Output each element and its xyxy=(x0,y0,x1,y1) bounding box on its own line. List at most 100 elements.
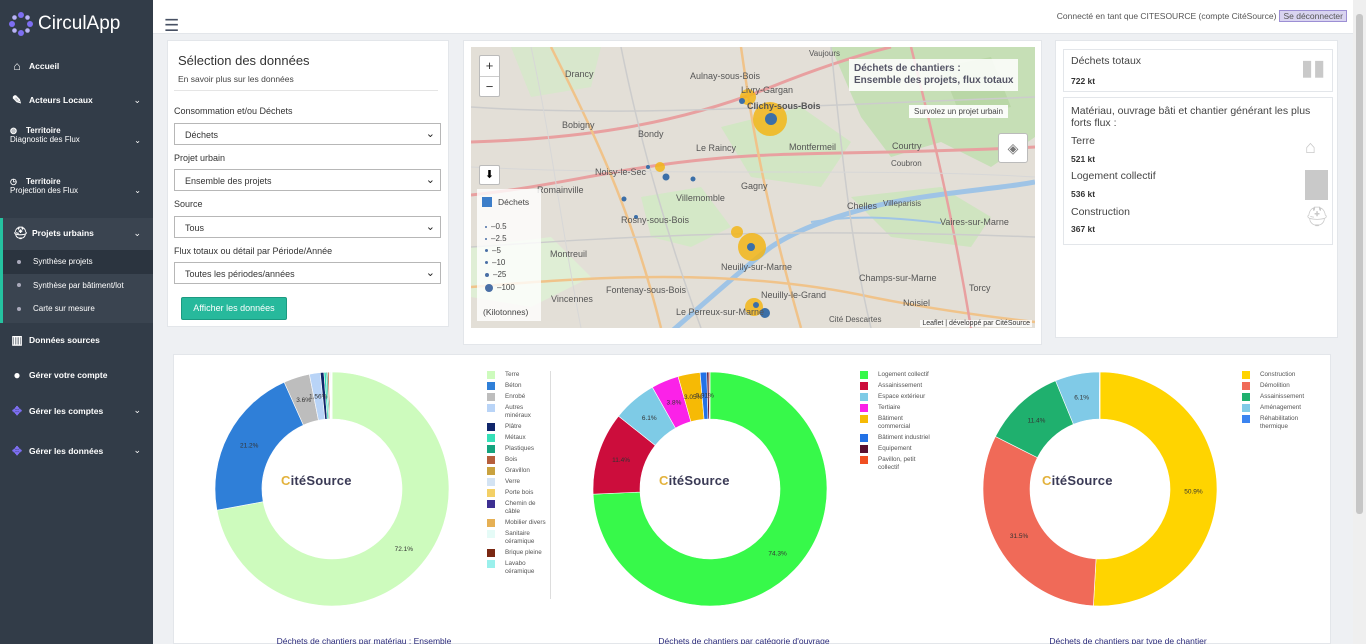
chevron-down-icon: ⌄ xyxy=(425,174,435,186)
legend-label: Logement collectif xyxy=(878,371,929,378)
chart-title: Déchets de chantiers par type de chantie… xyxy=(1049,636,1207,644)
nav-gerer-comptes[interactable]: ✥ Gérer les comptes ⌄ xyxy=(0,393,153,429)
vertical-scrollbar[interactable] xyxy=(1353,0,1366,644)
source-select[interactable]: Tous ⌄ xyxy=(174,216,441,238)
legend-item[interactable]: Terre xyxy=(487,371,550,379)
town-label: Neuilly-sur-Marne xyxy=(721,262,793,272)
donut-slice[interactable] xyxy=(982,436,1097,607)
town-label: Clichy-sous-Bois xyxy=(747,101,821,111)
kpi-max-title: Matériau, ouvrage bâti et chantier génér… xyxy=(1071,105,1311,129)
legend-item[interactable]: Espace extérieur xyxy=(860,393,930,401)
legend-label: Plastiques xyxy=(505,445,535,452)
legend-item[interactable]: Autres minéraux xyxy=(487,404,550,420)
legend-item[interactable]: Bâtiment commercial xyxy=(860,415,930,431)
legend-item[interactable]: Bois xyxy=(487,456,550,464)
legend-item[interactable]: Verre xyxy=(487,478,550,486)
legend-item[interactable]: Plastiques xyxy=(487,445,550,453)
legend-item[interactable]: Lavabo céramique xyxy=(487,560,550,576)
nav-acteurs-label: Acteurs Locaux xyxy=(29,95,93,105)
bar-chart-icon: ▮▮ xyxy=(1301,55,1326,80)
legend-item[interactable]: Aménagement xyxy=(1242,404,1322,412)
zoom-in-button[interactable]: + xyxy=(480,56,499,76)
legend-label: Verre xyxy=(505,478,521,485)
nav-gerer-compte[interactable]: ● Gérer votre compte xyxy=(0,357,153,393)
map[interactable]: Drancy Aulnay-sous-Bois Livry-Gargan Cli… xyxy=(471,47,1035,328)
legend-item[interactable]: Construction xyxy=(1242,371,1322,379)
legend-label: Sanitaire céramique xyxy=(505,530,535,545)
legend-item[interactable]: Métaux xyxy=(487,434,550,442)
consommation-select[interactable]: Déchets ⌄ xyxy=(174,123,441,145)
legend-label: Bâtiment industriel xyxy=(878,434,930,441)
legend-label: Brique pleine xyxy=(505,549,542,556)
legend-item[interactable]: Enrobé xyxy=(487,393,550,401)
town-label: Cité Descartes xyxy=(829,315,882,324)
legend-swatch xyxy=(1242,404,1250,412)
nav-synthese-projets[interactable]: Synthèse projets xyxy=(3,250,153,274)
town-label: Villeparisis xyxy=(883,199,922,208)
legend-swatch xyxy=(860,434,868,442)
legend-item[interactable]: Réhabilitation thermique xyxy=(1242,415,1322,431)
legend-value: 10 xyxy=(496,258,506,267)
legend-item[interactable]: Chemin de câble xyxy=(487,500,550,516)
kpi-total-value: 722 kt xyxy=(1071,76,1096,86)
hardhat-icon: ⛑ xyxy=(1305,207,1330,228)
kpi-max-box: Matériau, ouvrage bâti et chantier génér… xyxy=(1063,97,1333,245)
nav-carte-sur-mesure[interactable]: Carte sur mesure xyxy=(3,297,153,321)
afficher-button[interactable]: Afficher les données xyxy=(181,297,287,320)
legend-item[interactable]: Bâtiment industriel xyxy=(860,434,930,442)
source-label: Source xyxy=(174,199,203,209)
scrollbar-thumb[interactable] xyxy=(1356,14,1363,514)
legend-row: – 0.5 xyxy=(485,222,507,231)
nav-acteurs[interactable]: ✎ Acteurs Locaux ⌄ xyxy=(0,84,153,116)
consommation-label: Consommation et/ou Déchets xyxy=(174,106,293,116)
nav-territoire-projection[interactable]: ◷ Territoire Projection des Flux ⌄ xyxy=(0,166,153,218)
legend-item[interactable]: Démolition xyxy=(1242,382,1322,390)
legend-item[interactable]: Gravillon xyxy=(487,467,550,475)
legend-swatch xyxy=(860,456,868,464)
kpi-card: Déchets totaux 722 kt ▮▮ Matériau, ouvra… xyxy=(1055,40,1338,338)
nav-territoire-diagnostic[interactable]: ◍ Territoire Diagnostic des Flux ⌄ xyxy=(0,116,153,166)
more-info-link[interactable]: En savoir plus sur les données xyxy=(178,74,448,84)
nav-projets-urbains[interactable]: ⛑ Projets urbains ⌄ xyxy=(0,218,153,248)
brand[interactable]: CirculApp xyxy=(0,0,153,48)
legend-label: Pavillon, petit collectif xyxy=(878,456,916,471)
zoom-out-button[interactable]: − xyxy=(480,76,499,96)
sub-label: Synthèse par bâtiment/lot xyxy=(33,280,124,290)
legend-item[interactable]: Béton xyxy=(487,382,550,390)
legend-item[interactable]: Brique pleine xyxy=(487,549,550,557)
legend-item[interactable]: Sanitaire céramique xyxy=(487,530,550,546)
selection-title: Sélection des données xyxy=(178,53,310,68)
town-label: Champs-sur-Marne xyxy=(859,273,937,283)
bullet-icon xyxy=(17,259,21,264)
legend-item[interactable]: Assainissement xyxy=(860,382,930,390)
legend-value: 5 xyxy=(496,246,501,255)
download-icon[interactable]: ⬇ xyxy=(479,165,500,185)
legend-item[interactable]: Tertiaire xyxy=(860,404,930,412)
nav-synthese-batiment[interactable]: Synthèse par bâtiment/lot xyxy=(3,274,153,298)
legend-item[interactable]: Logement collectif xyxy=(860,371,930,379)
periode-select[interactable]: Toutes les périodes/années ⌄ xyxy=(174,262,441,284)
legend-item[interactable]: Plâtre xyxy=(487,423,550,431)
user-icon: ● xyxy=(13,367,21,382)
map-attribution[interactable]: Leaflet | développé par CitéSource xyxy=(920,320,1032,327)
menu-toggle-icon[interactable]: ☰ xyxy=(164,16,179,36)
nav-accueil[interactable]: ⌂ Accueil xyxy=(0,48,153,84)
town-label: Bondy xyxy=(638,129,664,139)
legend-dot xyxy=(485,272,489,277)
citesource-logo: CitéSource xyxy=(659,473,730,488)
donut-slice[interactable] xyxy=(1098,371,1101,420)
legend-label: Démolition xyxy=(1260,382,1290,389)
nav-gerer-donnees[interactable]: ✥ Gérer les données ⌄ xyxy=(0,429,153,473)
logout-button[interactable]: Se déconnecter xyxy=(1279,10,1347,22)
layers-icon[interactable]: ◈ xyxy=(998,133,1028,163)
legend-item[interactable]: Assainissement xyxy=(1242,393,1322,401)
legend-label: Tertiaire xyxy=(878,404,901,411)
donut-slice[interactable] xyxy=(214,381,304,511)
legend-item[interactable]: Porte bois xyxy=(487,489,550,497)
legend-item[interactable]: Pavillon, petit collectif xyxy=(860,456,930,472)
legend-value: 100 xyxy=(501,283,515,292)
projet-select[interactable]: Ensemble des projets ⌄ xyxy=(174,169,441,191)
nav-donnees-sources[interactable]: ▥ Données sources xyxy=(0,323,153,357)
legend-item[interactable]: Equipement xyxy=(860,445,930,453)
legend-item[interactable]: Mobilier divers xyxy=(487,519,550,527)
